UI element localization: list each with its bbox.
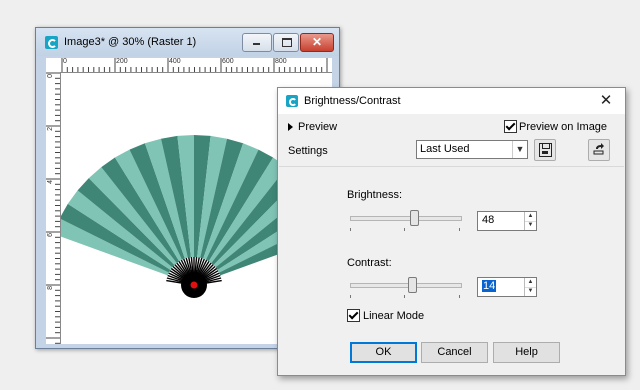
- preview-on-image-label: Preview on Image: [519, 121, 608, 133]
- ruler-h-label: 0: [63, 58, 67, 65]
- settings-value: Last Used: [420, 143, 470, 155]
- vertical-ruler: 0 2 4 6 8: [46, 72, 61, 344]
- ruler-v-label: 2: [47, 127, 54, 131]
- brightness-label: Brightness:: [347, 189, 403, 201]
- ruler-h-label: 800: [275, 58, 287, 65]
- ruler-v-label: 6: [47, 233, 54, 237]
- image-window-title: Image3* @ 30% (Raster 1): [64, 36, 197, 48]
- minimize-icon: [253, 43, 260, 45]
- preview-on-image-checkbox[interactable]: [504, 120, 517, 133]
- settings-select[interactable]: Last Used ▼: [416, 140, 528, 159]
- app-icon: [286, 95, 298, 107]
- brightness-spinbox[interactable]: 48 ▲ ▼: [477, 211, 537, 231]
- close-icon: ✕: [311, 35, 323, 49]
- preview-label: Preview: [298, 121, 338, 133]
- preview-toggle[interactable]: Preview: [288, 121, 337, 133]
- expand-triangle-icon: [288, 123, 293, 132]
- spin-down-icon[interactable]: ▼: [524, 221, 536, 230]
- ruler-h-label: 200: [116, 58, 128, 65]
- contrast-value: 14: [482, 280, 497, 292]
- brightness-contrast-dialog[interactable]: Brightness/Contrast ✕ Preview Preview on…: [277, 87, 626, 376]
- maximize-icon: [282, 38, 292, 47]
- ruler-corner: [46, 58, 62, 73]
- save-preset-button[interactable]: [534, 139, 556, 161]
- ruler-v-label: 8: [47, 286, 54, 290]
- linear-mode-checkbox[interactable]: [347, 309, 360, 322]
- fan-pin: [190, 281, 198, 289]
- dialog-close-button[interactable]: ✕: [598, 93, 614, 109]
- contrast-slider-ticks: [350, 295, 460, 299]
- linear-mode-label: Linear Mode: [363, 310, 425, 322]
- ruler-v-label: 0: [47, 74, 54, 78]
- brightness-value: 48: [482, 214, 495, 226]
- image-window-titlebar[interactable]: Image3* @ 30% (Raster 1) ✕: [36, 28, 339, 56]
- contrast-slider-thumb[interactable]: [408, 277, 417, 293]
- app-icon: [45, 36, 58, 49]
- contrast-slider-track[interactable]: [350, 283, 462, 288]
- reset-icon: [593, 143, 604, 155]
- chevron-down-icon: ▼: [512, 141, 527, 158]
- floppy-disk-icon: [539, 143, 552, 157]
- minimize-button[interactable]: [242, 33, 272, 52]
- help-button[interactable]: Help: [493, 342, 560, 363]
- contrast-spinbox[interactable]: 14 ▲ ▼: [477, 277, 537, 297]
- ok-button[interactable]: OK: [350, 342, 417, 363]
- maximize-button[interactable]: [273, 33, 299, 52]
- brightness-slider-ticks: [350, 228, 460, 232]
- brightness-slider-thumb[interactable]: [410, 210, 419, 226]
- close-button[interactable]: ✕: [300, 33, 334, 52]
- ruler-h-label: 400: [169, 58, 181, 65]
- dialog-titlebar[interactable]: Brightness/Contrast ✕: [278, 88, 625, 114]
- ruler-v-label: 4: [47, 180, 54, 184]
- settings-label: Settings: [288, 145, 328, 157]
- dialog-title: Brightness/Contrast: [304, 95, 401, 107]
- brightness-slider-track[interactable]: [350, 216, 462, 221]
- spin-down-icon[interactable]: ▼: [524, 287, 536, 296]
- contrast-label: Contrast:: [347, 257, 392, 269]
- ruler-h-label: 600: [222, 58, 234, 65]
- reset-button[interactable]: [588, 139, 610, 161]
- horizontal-ruler: 0 200 400 600 800: [61, 58, 332, 73]
- cancel-button[interactable]: Cancel: [421, 342, 488, 363]
- settings-panel: Brightness: 48 ▲ ▼ Contrast: 14 ▲ ▼ Line…: [279, 166, 624, 335]
